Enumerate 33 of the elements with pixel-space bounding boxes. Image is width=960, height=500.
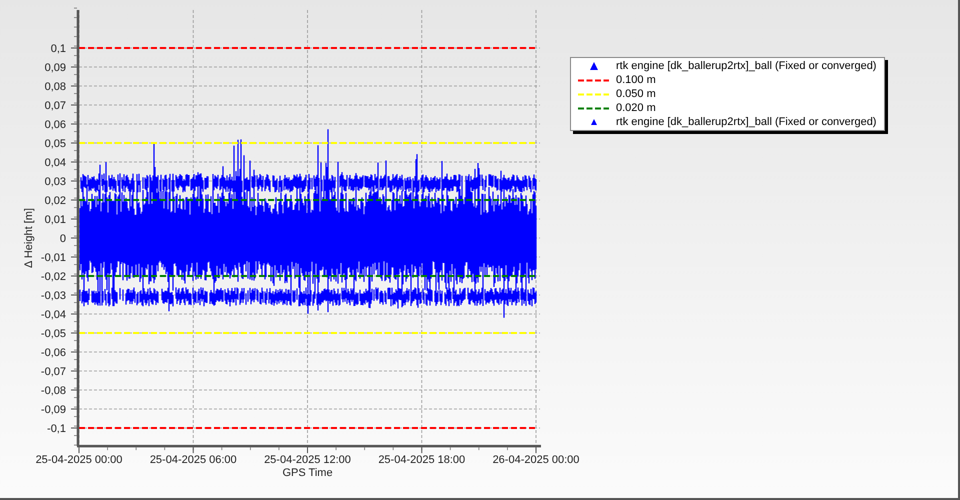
legend-label: 0.100 m [616, 73, 656, 87]
y-tick-label: -0,08 [40, 385, 66, 397]
y-tick-label: -0,01 [40, 252, 66, 264]
x-tick-label: 26-04-2025 00:00 [492, 454, 580, 466]
y-tick-label: -0,06 [40, 347, 66, 359]
legend-label: rtk engine [dk_ballerup2rtx]_ball (Fixed or converged) [616, 59, 876, 73]
legend-label: 0.020 m [616, 101, 656, 115]
x-axis-title: GPS Time [282, 467, 333, 480]
y-tick-label: -0,1 [47, 423, 66, 435]
x-tick-label: 25-04-2025 00:00 [36, 454, 122, 466]
y-tick-label: 0,05 [44, 138, 66, 150]
y-tick-label: -0,09 [40, 404, 66, 416]
y-tick-label: -0,07 [40, 366, 66, 378]
y-tick-label: -0,03 [40, 290, 66, 302]
y-tick-label: -0,04 [40, 309, 66, 321]
y-tick-label: 0,03 [44, 176, 66, 188]
y-tick-label: 0,06 [44, 119, 66, 131]
y-tick-label: 0,04 [44, 157, 66, 169]
y-tick-label: -0,02 [40, 271, 66, 283]
legend-label: 0.050 m [616, 87, 656, 101]
x-tick-label: 25-04-2025 18:00 [378, 454, 466, 466]
x-tick-label: 25-04-2025 12:00 [264, 454, 351, 466]
y-tick-label: 0,01 [44, 214, 66, 226]
y-tick-label: 0,1 [50, 43, 66, 55]
y-tick-label: 0 [60, 233, 66, 245]
x-tick-label: 25-04-2025 06:00 [150, 454, 237, 466]
y-tick-label: 0,02 [44, 195, 66, 207]
legend-label: rtk engine [dk_ballerup2rtx]_ball (Fixed or converged) [616, 115, 876, 129]
y-tick-label: 0,08 [44, 81, 66, 93]
y-tick-label: 0,07 [44, 100, 66, 112]
y-tick-label: 0,09 [44, 62, 66, 74]
y-axis-title: Δ Height [m] [23, 208, 35, 268]
y-tick-label: -0,05 [40, 328, 66, 340]
